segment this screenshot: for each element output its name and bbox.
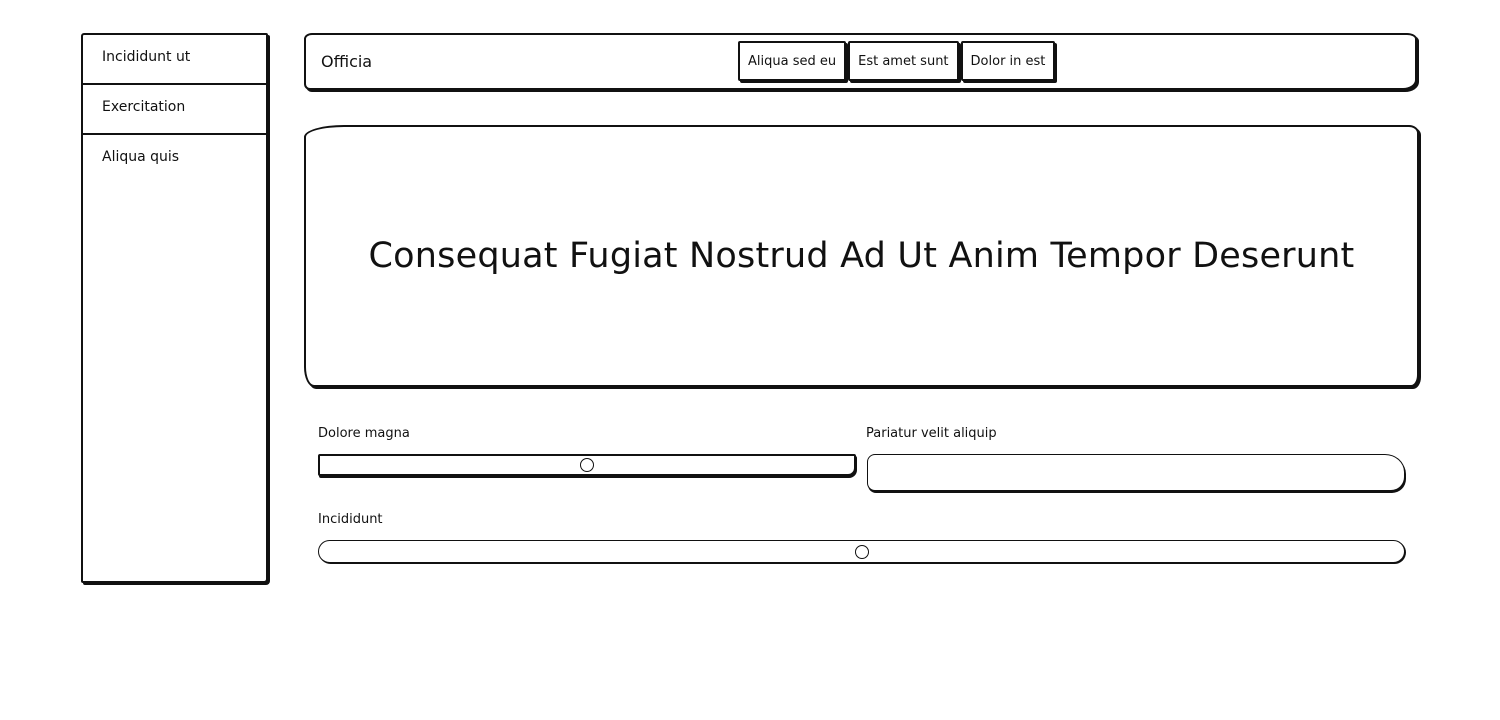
slider-thumb[interactable] bbox=[580, 458, 594, 472]
header-title: Officia bbox=[321, 52, 373, 71]
slider-a-label: Dolore magna bbox=[318, 426, 410, 441]
pariatur-velit-aliquip-input[interactable] bbox=[867, 454, 1405, 491]
slider-c-label: Incididunt bbox=[318, 512, 383, 527]
incididunt-slider[interactable] bbox=[318, 540, 1405, 563]
hero-title: Consequat Fugiat Nostrud Ad Ut Anim Temp… bbox=[368, 236, 1355, 276]
sidebar: Incididunt ut Exercitation Aliqua quis bbox=[81, 33, 268, 583]
sidebar-item-label: Incididunt ut bbox=[102, 49, 191, 65]
sidebar-item-aliqua-quis[interactable]: Aliqua quis bbox=[83, 135, 266, 185]
tab-aliqua-sed-eu[interactable]: Aliqua sed eu bbox=[738, 41, 847, 81]
tab-dolor-in-est[interactable]: Dolor in est bbox=[960, 41, 1056, 81]
tab-est-amet-sunt[interactable]: Est amet sunt bbox=[848, 41, 959, 81]
hero-panel: Consequat Fugiat Nostrud Ad Ut Anim Temp… bbox=[304, 125, 1419, 387]
sidebar-item-label: Exercitation bbox=[102, 99, 186, 115]
header-bar: Officia Aliqua sed eu Est amet sunt Dolo… bbox=[304, 33, 1417, 90]
sidebar-item-label: Aliqua quis bbox=[102, 149, 180, 165]
sidebar-item-incididunt-ut[interactable]: Incididunt ut bbox=[83, 35, 266, 85]
dolore-magna-slider[interactable] bbox=[318, 454, 856, 476]
sidebar-item-exercitation[interactable]: Exercitation bbox=[83, 85, 266, 135]
tab-bar: Aliqua sed eu Est amet sunt Dolor in est bbox=[738, 41, 1056, 81]
slider-thumb[interactable] bbox=[854, 544, 869, 559]
text-input-label: Pariatur velit aliquip bbox=[866, 426, 997, 441]
